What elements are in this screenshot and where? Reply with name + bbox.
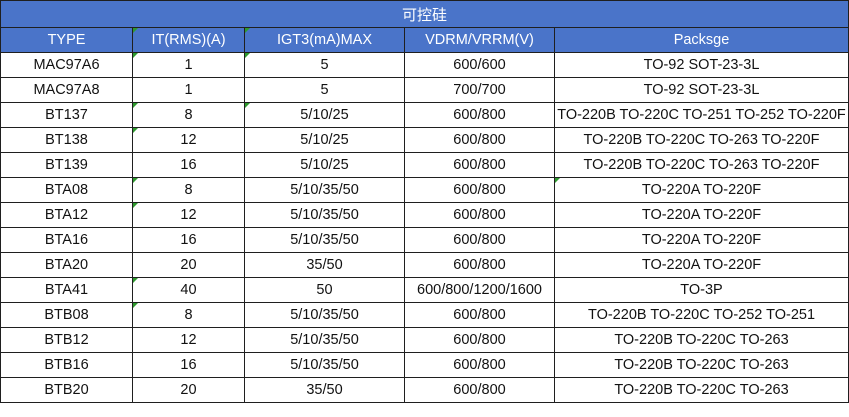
cell-it-rms: 20 <box>132 252 245 278</box>
table-body: MAC97A6 1 5 600/600 TO-92 SOT-23-3L MAC97A8 1 5… <box>0 52 849 403</box>
spec-table-container: 可控硅 TYPE IT(RMS)(A) IGT3(mA)MAX VDRM/VRR… <box>0 0 849 417</box>
cell-type: BTA20 <box>0 252 133 278</box>
cell-vdrm: 600/800 <box>404 102 555 128</box>
cell-igt: 5/10/35/50 <box>244 352 405 378</box>
cell-type: BT139 <box>0 152 133 178</box>
table-row: BTA08 8 5/10/35/50 600/800 TO-220A TO-220F <box>0 177 849 203</box>
cell-igt: 5 <box>244 52 405 78</box>
cell-it-rms: 1 <box>132 52 245 78</box>
table-row: MAC97A6 1 5 600/600 TO-92 SOT-23-3L <box>0 52 849 78</box>
cell-it-rms: 12 <box>132 202 245 228</box>
cell-vdrm: 600/800 <box>404 377 555 403</box>
cell-it-rms: 8 <box>132 177 245 203</box>
cell-igt: 5/10/25 <box>244 127 405 153</box>
table-title-row: 可控硅 <box>0 0 849 28</box>
table-header-row: TYPE IT(RMS)(A) IGT3(mA)MAX VDRM/VRRM(V)… <box>0 27 849 53</box>
table-row: BTA12 12 5/10/35/50 600/800 TO-220A TO-220F <box>0 202 849 228</box>
cell-it-rms: 16 <box>132 352 245 378</box>
table-row: BTB08 8 5/10/35/50 600/800 TO-220B TO-220C T… <box>0 302 849 328</box>
cell-package: TO-92 SOT-23-3L <box>554 77 849 103</box>
cell-vdrm: 600/800/1200/1600 <box>404 277 555 303</box>
cell-type: BTA12 <box>0 202 133 228</box>
cell-type: BTB20 <box>0 377 133 403</box>
cell-it-rms: 12 <box>132 327 245 353</box>
cell-package: TO-220A TO-220F <box>554 252 849 278</box>
cell-package: TO-220A TO-220F <box>554 227 849 253</box>
cell-vdrm: 600/800 <box>404 177 555 203</box>
cell-it-rms: 16 <box>132 152 245 178</box>
cell-package: TO-220B TO-220C TO-251 TO-252 TO-220F <box>554 102 849 128</box>
cell-type: BTA08 <box>0 177 133 203</box>
cell-type: MAC97A6 <box>0 52 133 78</box>
cell-igt: 5/10/35/50 <box>244 202 405 228</box>
cell-igt: 35/50 <box>244 377 405 403</box>
cell-vdrm: 600/800 <box>404 302 555 328</box>
cell-igt: 5/10/35/50 <box>244 227 405 253</box>
column-header-it-rms: IT(RMS)(A) <box>132 27 245 53</box>
cell-vdrm: 700/700 <box>404 77 555 103</box>
cell-package: TO-220A TO-220F <box>554 202 849 228</box>
table-row: BTA20 20 35/50 600/800 TO-220A TO-220F <box>0 252 849 278</box>
table-row: BT139 16 5/10/25 600/800 TO-220B TO-220C TO-… <box>0 152 849 178</box>
cell-igt: 35/50 <box>244 252 405 278</box>
cell-package: TO-220B TO-220C TO-263 TO-220F <box>554 152 849 178</box>
cell-vdrm: 600/800 <box>404 327 555 353</box>
cell-igt: 5/10/25 <box>244 152 405 178</box>
cell-it-rms: 40 <box>132 277 245 303</box>
column-header-igt: IGT3(mA)MAX <box>244 27 405 53</box>
cell-type: MAC97A8 <box>0 77 133 103</box>
cell-igt: 5 <box>244 77 405 103</box>
cell-igt: 5/10/35/50 <box>244 327 405 353</box>
cell-type: BT138 <box>0 127 133 153</box>
cell-vdrm: 600/600 <box>404 52 555 78</box>
cell-type: BTB12 <box>0 327 133 353</box>
cell-it-rms: 8 <box>132 302 245 328</box>
cell-vdrm: 600/800 <box>404 252 555 278</box>
cell-igt: 5/10/35/50 <box>244 177 405 203</box>
cell-vdrm: 600/800 <box>404 202 555 228</box>
cell-type: BTB08 <box>0 302 133 328</box>
cell-vdrm: 600/800 <box>404 227 555 253</box>
table-row: BTB20 20 35/50 600/800 TO-220B TO-220C TO-26… <box>0 377 849 403</box>
cell-igt: 5/10/35/50 <box>244 302 405 328</box>
cell-type: BT137 <box>0 102 133 128</box>
cell-vdrm: 600/800 <box>404 152 555 178</box>
cell-package: TO-92 SOT-23-3L <box>554 52 849 78</box>
column-header-vdrm: VDRM/VRRM(V) <box>404 27 555 53</box>
column-header-package: Packsge <box>554 27 849 53</box>
cell-it-rms: 12 <box>132 127 245 153</box>
cell-igt: 5/10/25 <box>244 102 405 128</box>
cell-package: TO-3P <box>554 277 849 303</box>
cell-package: TO-220A TO-220F <box>554 177 849 203</box>
table-row: BT138 12 5/10/25 600/800 TO-220B TO-220C TO-… <box>0 127 849 153</box>
table-row: MAC97A8 1 5 700/700 TO-92 SOT-23-3L <box>0 77 849 103</box>
cell-package: TO-220B TO-220C TO-263 TO-220F <box>554 127 849 153</box>
cell-package: TO-220B TO-220C TO-263 <box>554 327 849 353</box>
table-row: BTA41 40 50 600/800/1200/1600 TO-3P <box>0 277 849 303</box>
cell-it-rms: 16 <box>132 227 245 253</box>
table-row: BTA16 16 5/10/35/50 600/800 TO-220A TO-220F <box>0 227 849 253</box>
cell-package: TO-220B TO-220C TO-263 <box>554 377 849 403</box>
cell-vdrm: 600/800 <box>404 352 555 378</box>
cell-it-rms: 8 <box>132 102 245 128</box>
cell-package: TO-220B TO-220C TO-263 <box>554 352 849 378</box>
cell-type: BTA16 <box>0 227 133 253</box>
cell-package: TO-220B TO-220C TO-252 TO-251 <box>554 302 849 328</box>
cell-it-rms: 20 <box>132 377 245 403</box>
cell-igt: 50 <box>244 277 405 303</box>
table-row: BTB12 12 5/10/35/50 600/800 TO-220B TO-220C … <box>0 327 849 353</box>
table-row: BTB16 16 5/10/35/50 600/800 TO-220B TO-220C … <box>0 352 849 378</box>
cell-it-rms: 1 <box>132 77 245 103</box>
column-header-type: TYPE <box>0 27 133 53</box>
table-row: BT137 8 5/10/25 600/800 TO-220B TO-220C TO-2… <box>0 102 849 128</box>
cell-type: BTA41 <box>0 277 133 303</box>
table-title: 可控硅 <box>0 0 849 28</box>
cell-vdrm: 600/800 <box>404 127 555 153</box>
thyristor-spec-table: 可控硅 TYPE IT(RMS)(A) IGT3(mA)MAX VDRM/VRR… <box>0 0 849 403</box>
cell-type: BTB16 <box>0 352 133 378</box>
